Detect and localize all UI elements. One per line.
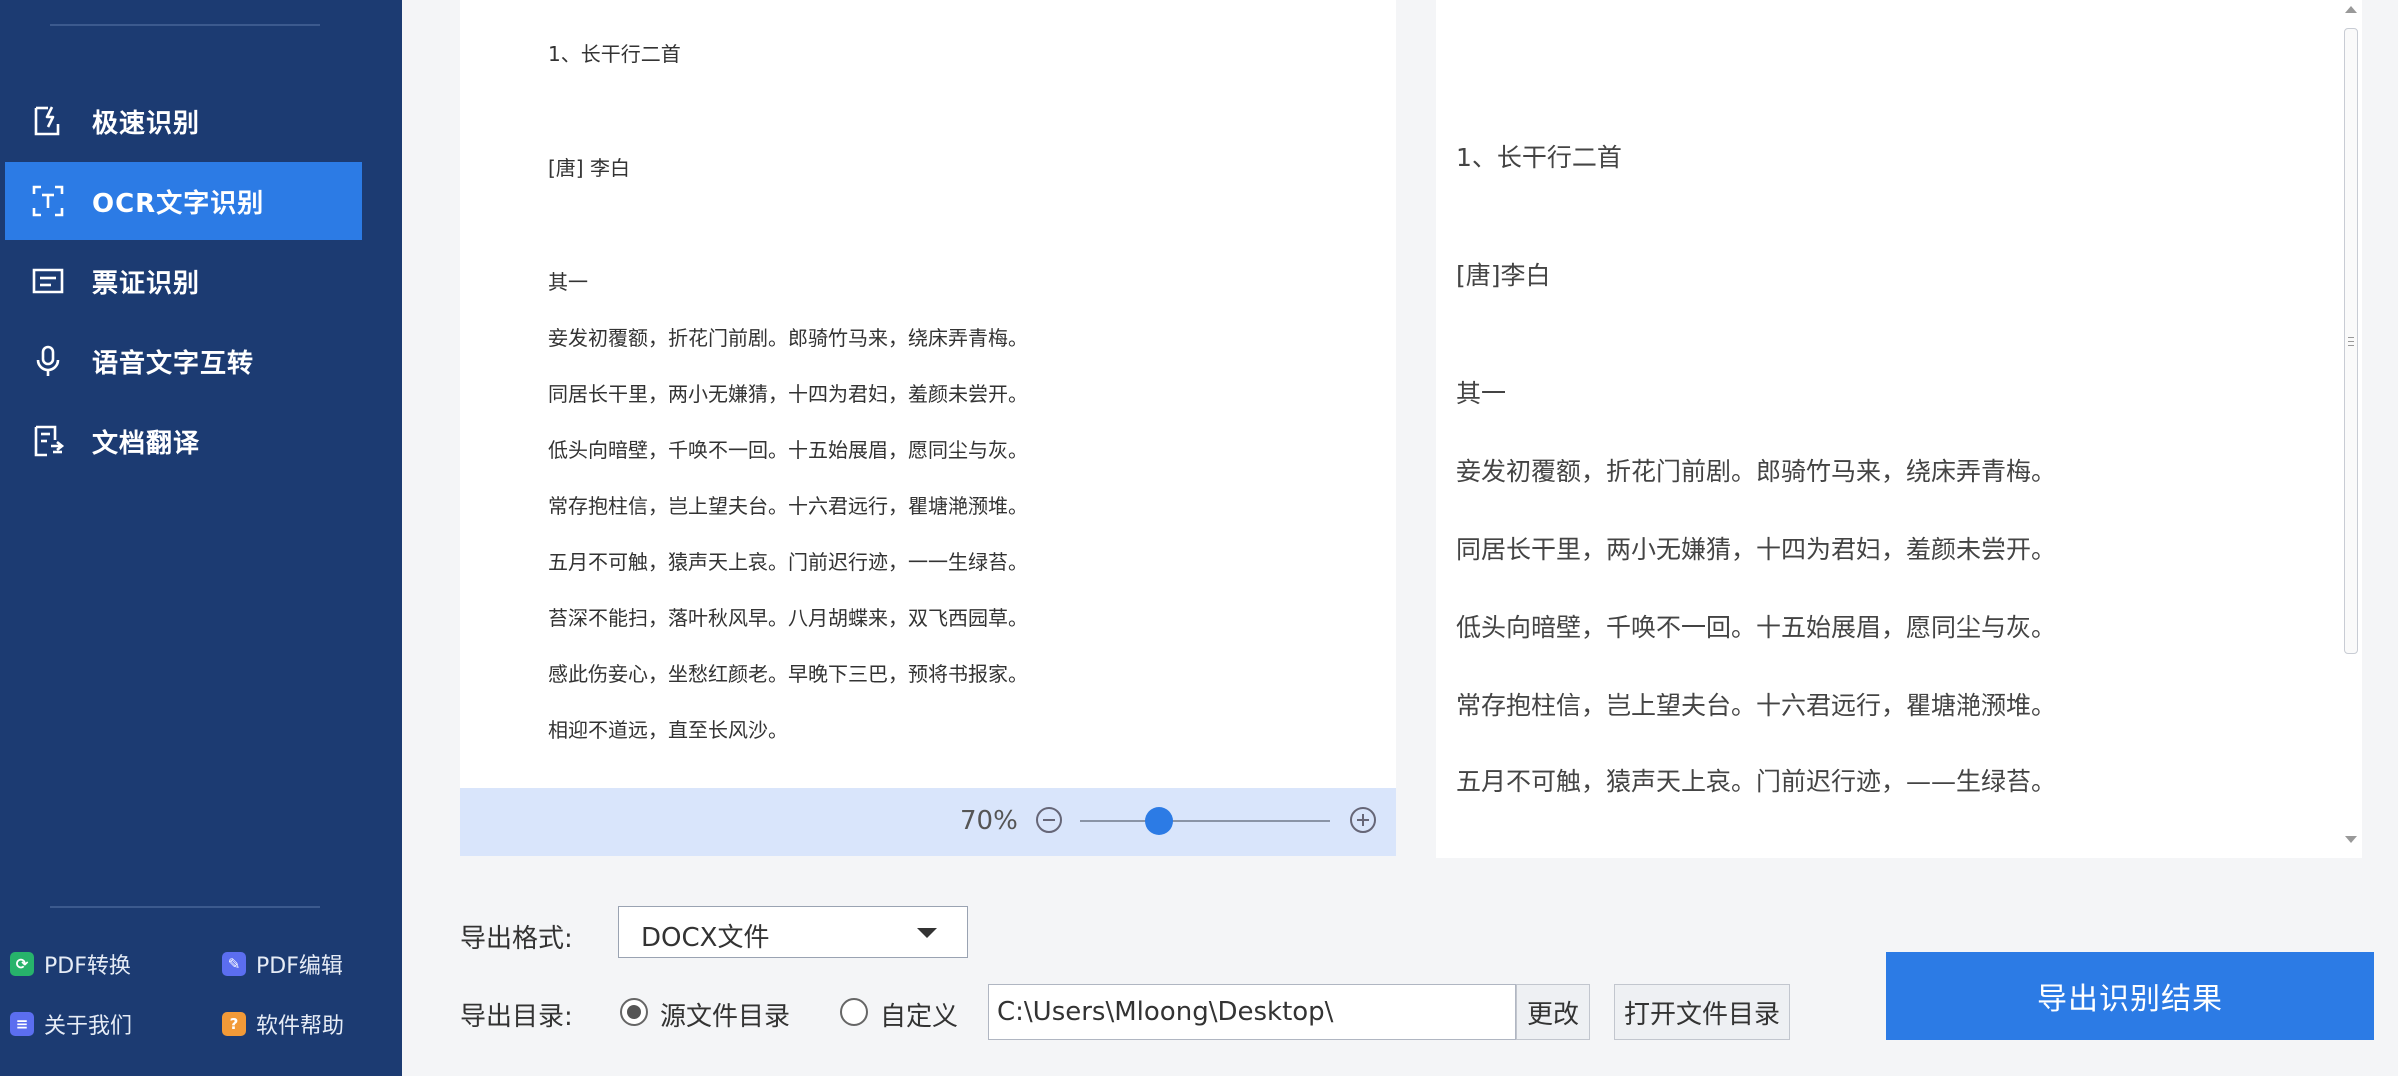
- result-line: 妾发初覆额，折花门前剧。郎骑竹马来，绕床弄青梅。: [1456, 457, 2057, 486]
- lightning-doc-icon: [30, 103, 66, 139]
- export-path-field[interactable]: C:\Users\Mloong\Desktop\: [988, 984, 1516, 1040]
- radio-custom-dir-label[interactable]: 自定义: [880, 996, 958, 1033]
- chevron-down-icon: [917, 928, 937, 938]
- recognition-result[interactable]: 1、长干行二首 [唐]李白 其一 妾发初覆额，折花门前剧。郎骑竹马来，绕床弄青梅…: [1436, 0, 2340, 858]
- preview-line: [唐] 李白: [548, 156, 630, 180]
- preview-line: 同居长干里，两小无嫌猜，十四为君妇，羞颜未尝开。: [548, 382, 1028, 406]
- result-line: 常存抱柱信，岂上望夫台。十六君远行，瞿塘滟滪堆。: [1456, 691, 2057, 720]
- preview-line: 感此伤妾心，坐愁红颜老。早晚下三巴，预将书报家。: [548, 662, 1028, 686]
- result-line: 低头向暗壁，千唤不一回。十五始展眉，愿同尘与灰。: [1456, 613, 2057, 642]
- pdf-edit-label: PDF编辑: [256, 954, 343, 979]
- sidebar: 极速识别 OCR文字识别 票证识别 语音文字互转 文档翻译 ⟳ PDF转换 ✎ …: [0, 0, 402, 1076]
- source-preview[interactable]: 1、长干行二首 [唐] 李白 其一 妾发初覆额，折花门前剧。郎骑竹马来，绕床弄青…: [460, 0, 1396, 788]
- scroll-up-icon[interactable]: [2345, 6, 2357, 13]
- pdf-convert-label: PDF转换: [44, 954, 131, 979]
- sidebar-divider: [50, 24, 320, 26]
- open-dir-button[interactable]: 打开文件目录: [1614, 984, 1790, 1040]
- microphone-icon: [30, 343, 66, 379]
- about-icon: ≡: [10, 1012, 34, 1036]
- pdf-convert-icon: ⟳: [10, 952, 34, 976]
- export-format-label: 导出格式:: [460, 924, 573, 954]
- radio-source-dir-label[interactable]: 源文件目录: [660, 996, 790, 1033]
- result-line: 1、长干行二首: [1456, 143, 1622, 172]
- help-link[interactable]: ? 软件帮助: [222, 1008, 344, 1040]
- sidebar-item-ticket-recognition[interactable]: 票证识别: [5, 242, 362, 320]
- result-line: 其一: [1456, 379, 1507, 408]
- preview-line: 五月不可触，猿声天上哀。门前迟行迹，一一生绿苔。: [548, 550, 1028, 574]
- zoom-out-icon[interactable]: [1036, 807, 1062, 833]
- sidebar-item-doc-translate[interactable]: 文档翻译: [5, 402, 362, 480]
- sidebar-item-label: 极速识别: [92, 108, 201, 139]
- preview-line: 低头向暗壁，千唤不一回。十五始展眉，愿同尘与灰。: [548, 438, 1028, 462]
- doc-translate-icon: [30, 423, 66, 459]
- zoom-slider-track[interactable]: [1080, 820, 1330, 822]
- pdf-edit-link[interactable]: ✎ PDF编辑: [222, 948, 343, 980]
- preview-line: 妾发初覆额，折花门前剧。郎骑竹马来，绕床弄青梅。: [548, 326, 1028, 350]
- change-dir-button[interactable]: 更改: [1516, 984, 1590, 1040]
- preview-line: 常存抱柱信，岂上望夫台。十六君远行，瞿塘滟滪堆。: [548, 494, 1028, 518]
- text-scan-icon: [30, 183, 66, 219]
- radio-source-dir[interactable]: [620, 998, 648, 1026]
- sidebar-item-voice-text[interactable]: 语音文字互转: [5, 322, 362, 400]
- result-line: [唐]李白: [1456, 261, 1551, 290]
- export-dir-label: 导出目录:: [460, 1002, 573, 1032]
- preview-line: 相迎不道远，直至长风沙。: [548, 718, 788, 742]
- preview-line: 苔深不能扫，落叶秋风早。八月胡蝶来，双飞西园草。: [548, 606, 1028, 630]
- pdf-convert-link[interactable]: ⟳ PDF转换: [10, 948, 131, 980]
- grip-line: [2348, 345, 2354, 346]
- sidebar-item-label: OCR文字识别: [92, 188, 265, 219]
- grip-line: [2348, 341, 2354, 342]
- id-card-icon: [30, 263, 66, 299]
- result-scrollbar[interactable]: [2340, 0, 2362, 858]
- export-result-button[interactable]: 导出识别结果: [1886, 952, 2374, 1040]
- scrollbar-thumb[interactable]: [2344, 28, 2358, 654]
- preview-line: 1、长干行二首: [548, 42, 681, 66]
- sidebar-item-ocr[interactable]: OCR文字识别: [5, 162, 362, 240]
- result-line: 同居长干里，两小无嫌猜，十四为君妇，羞颜未尝开。: [1456, 535, 2057, 564]
- help-icon: ?: [222, 1012, 246, 1036]
- about-label: 关于我们: [44, 1014, 133, 1039]
- about-link[interactable]: ≡ 关于我们: [10, 1008, 132, 1040]
- radio-custom-dir[interactable]: [840, 998, 868, 1026]
- sidebar-item-label: 票证识别: [92, 268, 201, 299]
- zoom-in-icon[interactable]: [1350, 807, 1376, 833]
- zoom-level: 70%: [960, 806, 1018, 836]
- preview-line: 其一: [548, 270, 588, 294]
- sidebar-item-label: 文档翻译: [92, 428, 201, 459]
- zoom-bar: 70%: [460, 788, 1396, 856]
- export-format-value: DOCX文件: [641, 923, 770, 953]
- sidebar-item-fast-recognition[interactable]: 极速识别: [5, 82, 362, 160]
- pdf-edit-icon: ✎: [222, 952, 246, 976]
- grip-line: [2348, 337, 2354, 338]
- sidebar-item-label: 语音文字互转: [92, 348, 255, 379]
- scroll-down-icon[interactable]: [2345, 836, 2357, 843]
- export-format-select[interactable]: DOCX文件: [618, 906, 968, 958]
- result-line: 五月不可触，猿声天上哀。门前迟行迹，——生绿苔。: [1456, 767, 2057, 796]
- zoom-slider-handle[interactable]: [1144, 807, 1173, 835]
- help-label: 软件帮助: [256, 1014, 345, 1039]
- sidebar-divider: [50, 906, 320, 908]
